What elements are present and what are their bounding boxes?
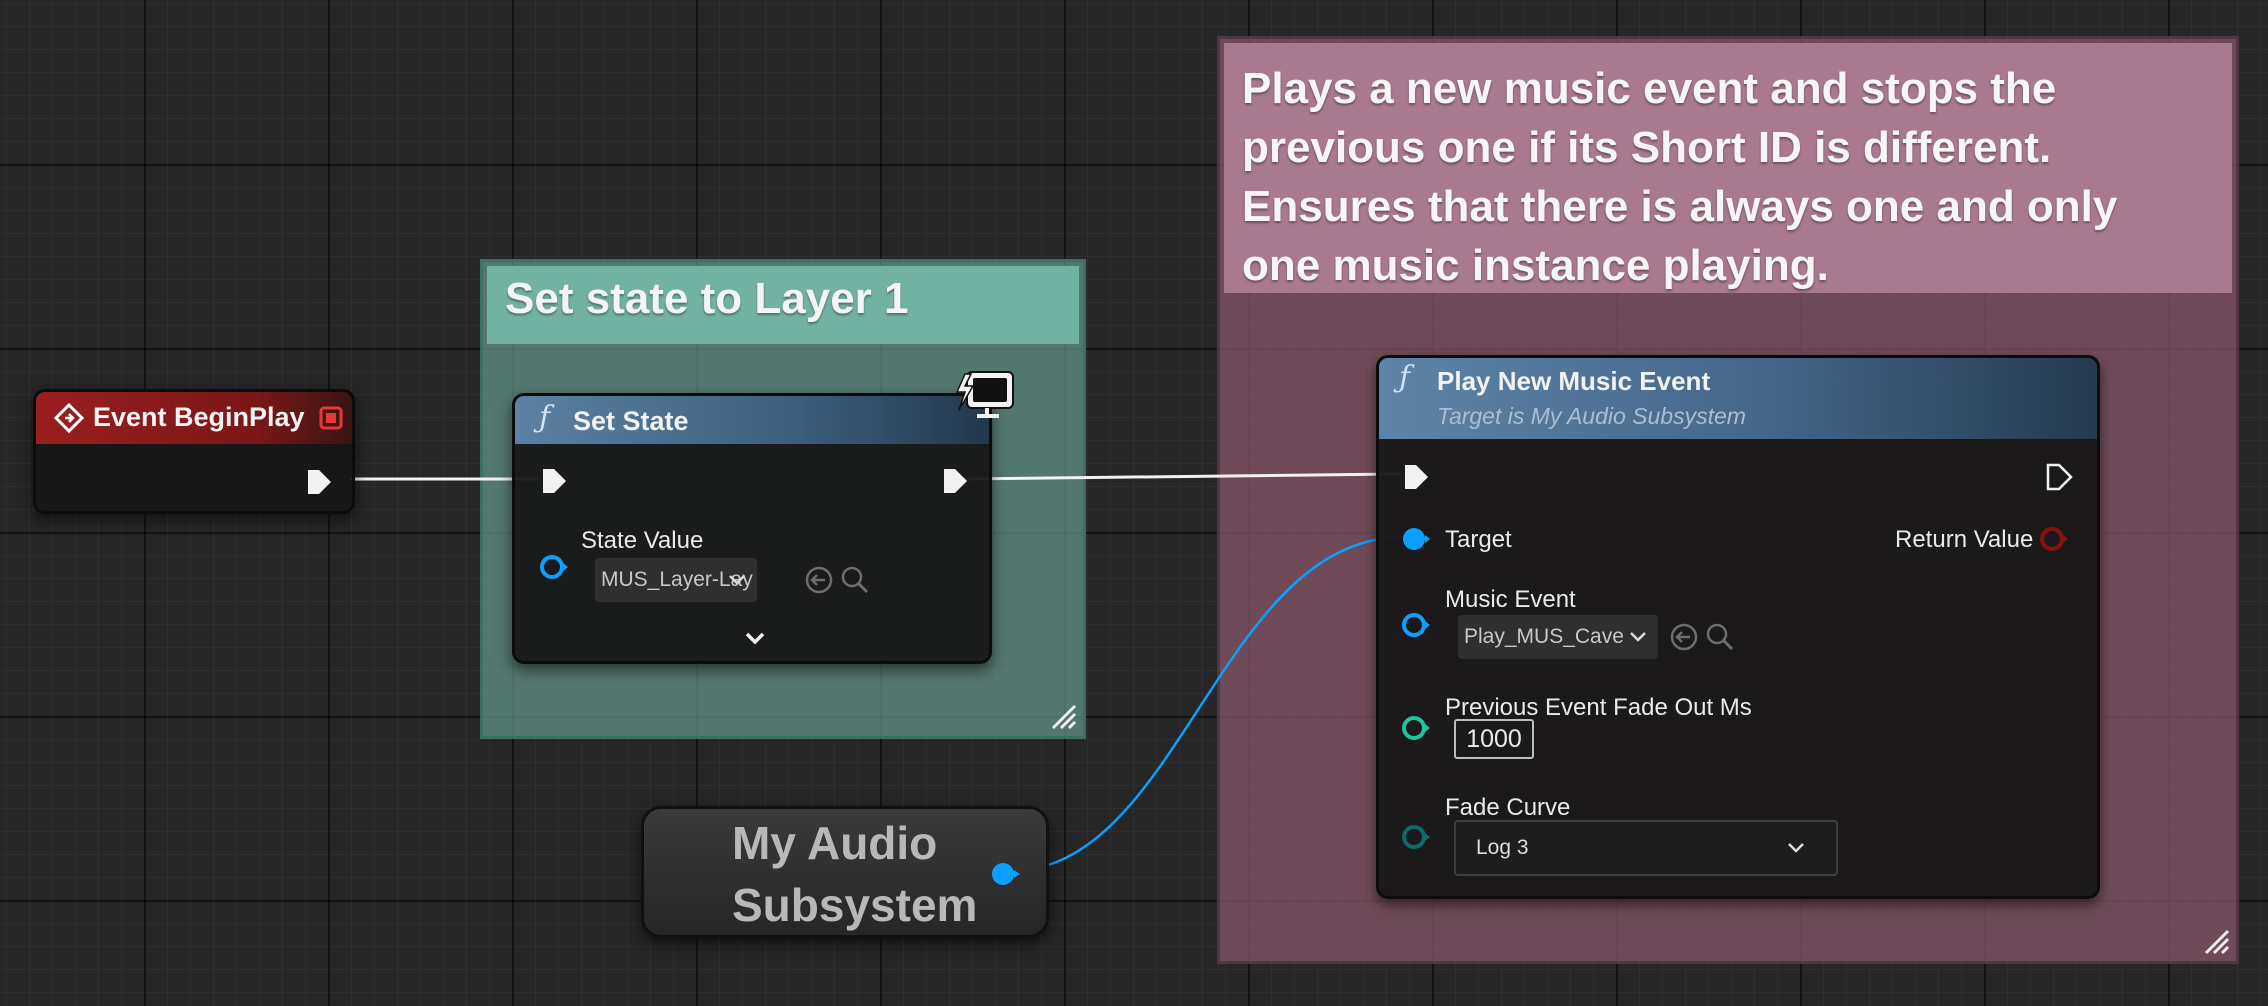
set-state-node[interactable]: ƒ Set State State Value MUS_Layer-Lay — [512, 393, 992, 664]
exec-wire-setstate-to-playmusic — [963, 472, 1401, 481]
monitor-lightning-icon — [955, 371, 1014, 418]
exec-in-pin[interactable] — [539, 466, 569, 496]
browse-arrow-icon[interactable] — [1669, 622, 1699, 652]
stop-square-icon — [319, 406, 343, 430]
exec-out-pin[interactable] — [304, 467, 334, 497]
fade-curve-pin[interactable] — [1401, 822, 1431, 852]
event-beginplay-title: Event BeginPlay — [93, 402, 305, 432]
music-event-label: Music Event — [1445, 586, 1576, 613]
my-audio-subsystem-label: My Audio Subsystem — [732, 812, 977, 936]
target-pin[interactable] — [1401, 524, 1431, 554]
play-new-music-event-node[interactable]: ƒ Play New Music Event Target is My Audi… — [1376, 355, 2100, 899]
music-event-text: Play_MUS_Cave — [1464, 625, 1624, 648]
expand-chevron-icon[interactable] — [743, 630, 767, 648]
function-icon: ƒ — [1399, 360, 1411, 395]
state-value-label: State Value — [581, 527, 704, 554]
search-icon[interactable] — [840, 565, 870, 595]
state-value-dropdown[interactable]: MUS_Layer-Lay — [595, 558, 757, 602]
fade-curve-text: Log 3 — [1476, 836, 1529, 859]
set-state-title: Set State — [573, 406, 689, 436]
fade-curve-dropdown[interactable]: Log 3 — [1454, 820, 1838, 876]
exec-out-pin[interactable] — [2044, 462, 2074, 492]
chevron-down-icon — [729, 575, 745, 585]
play-music-subtitle: Target is My Audio Subsystem — [1437, 403, 1746, 429]
play-music-title: Play New Music Event — [1437, 366, 1711, 396]
search-icon[interactable] — [1705, 622, 1735, 652]
object-wire-subsystem-to-target — [1009, 535, 1405, 873]
music-event-dropdown[interactable]: Play_MUS_Cave — [1458, 615, 1658, 659]
exec-out-pin[interactable] — [940, 466, 970, 496]
return-value-pin[interactable] — [2039, 524, 2069, 554]
event-diamond-icon — [54, 403, 84, 433]
browse-arrow-icon[interactable] — [804, 565, 834, 595]
subsystem-line-2: Subsystem — [732, 879, 978, 931]
object-pin-icon[interactable] — [539, 552, 569, 582]
fade-out-pin[interactable] — [1401, 713, 1431, 743]
chevron-down-icon — [1630, 632, 1646, 642]
fade-curve-label: Fade Curve — [1445, 794, 1571, 821]
target-label: Target — [1445, 526, 1512, 553]
event-beginplay-node[interactable]: Event BeginPlay — [33, 389, 355, 514]
function-icon: ƒ — [539, 400, 551, 435]
subsystem-line-1: My Audio — [732, 817, 938, 869]
exec-in-pin[interactable] — [1401, 462, 1431, 492]
return-value-label: Return Value — [1895, 526, 2034, 553]
fade-out-input[interactable]: 1000 — [1454, 719, 1534, 759]
my-audio-subsystem-node[interactable]: My Audio Subsystem — [641, 806, 1049, 938]
music-event-pin[interactable] — [1401, 610, 1431, 640]
chevron-down-icon — [1788, 843, 1804, 853]
fade-out-label: Previous Event Fade Out Ms — [1445, 694, 1752, 721]
object-pin-icon[interactable] — [989, 859, 1021, 889]
